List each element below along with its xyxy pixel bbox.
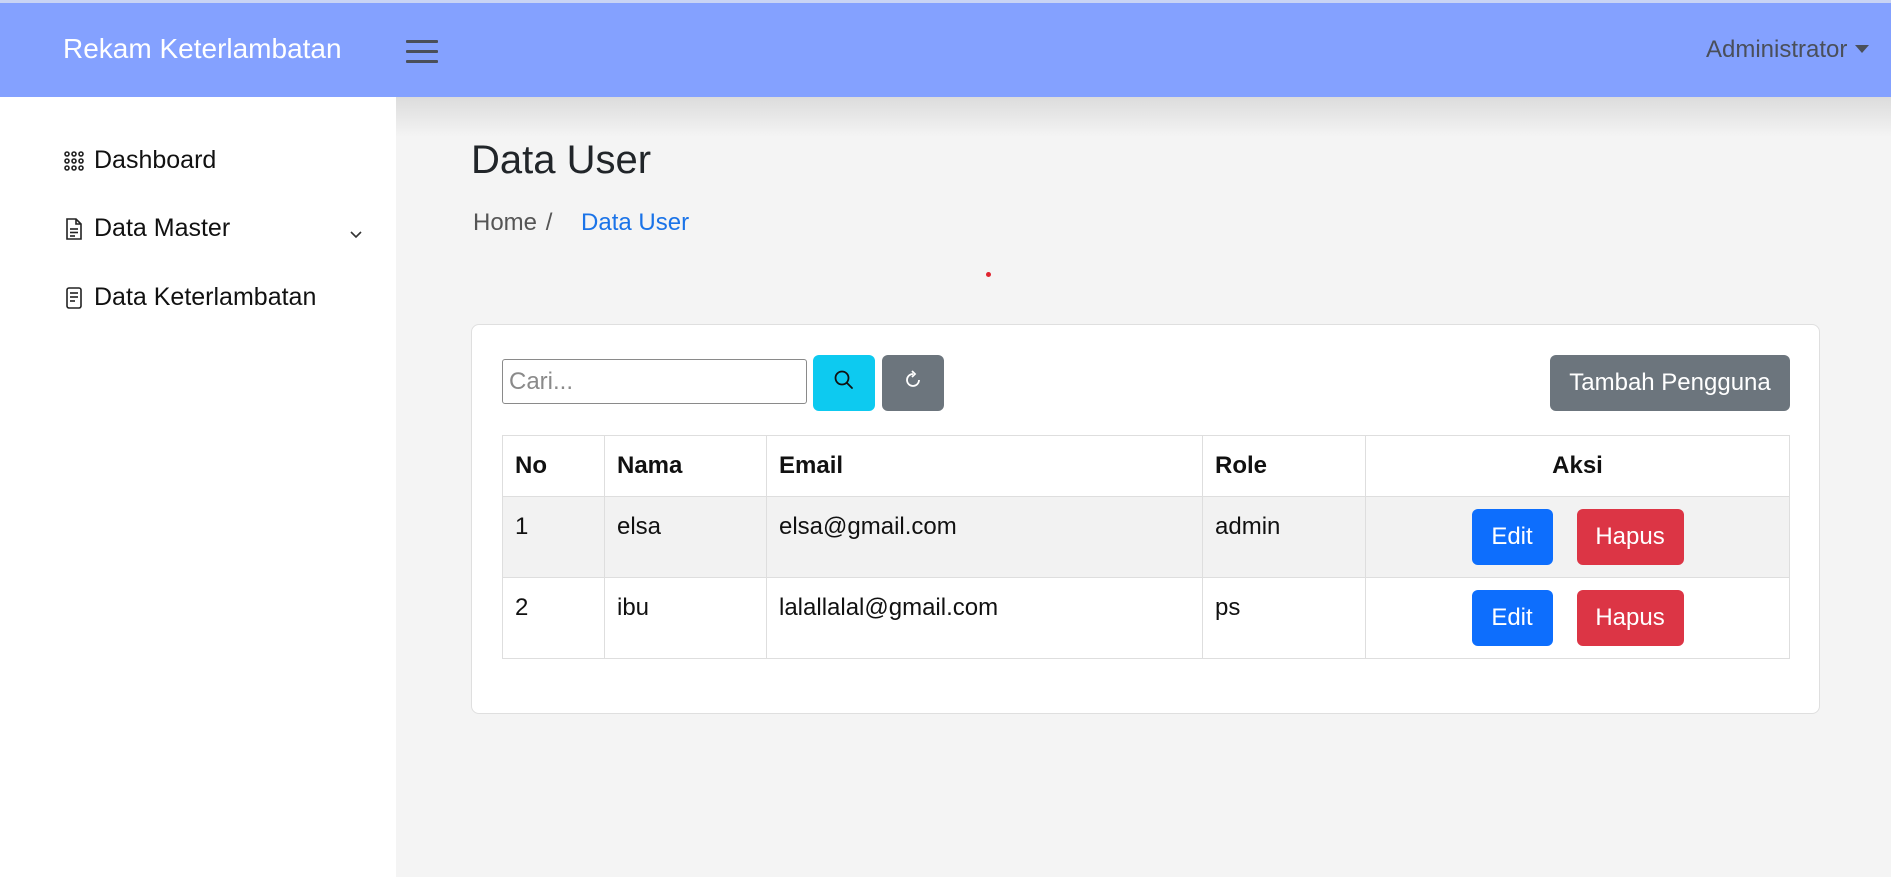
column-header-no: No <box>502 435 605 497</box>
search-button[interactable] <box>813 355 875 411</box>
sidebar-item-label: Dashboard <box>94 146 217 174</box>
file-text-icon <box>63 217 85 241</box>
grid-dots-icon <box>63 149 85 173</box>
delete-button[interactable]: Hapus <box>1576 509 1684 565</box>
page-title: Data User <box>471 138 652 182</box>
refresh-icon <box>902 369 924 398</box>
breadcrumb: Home / Data User <box>473 209 689 237</box>
cell-email: elsa@gmail.com <box>766 496 1203 578</box>
user-table-card: Tambah Pengguna No Nama Email Role Aksi … <box>471 324 1820 714</box>
column-header-role: Role <box>1202 435 1366 497</box>
top-navbar: Rekam Keterlambatan Administrator <box>0 0 1891 97</box>
caret-down-icon <box>1855 44 1870 53</box>
hamburger-menu-icon[interactable] <box>406 40 438 64</box>
chevron-down-icon[interactable] <box>348 226 364 242</box>
document-icon <box>63 286 85 310</box>
cell-aksi: Edit Hapus <box>1365 496 1790 578</box>
column-header-aksi: Aksi <box>1365 435 1790 497</box>
table-row: 2 ibu lalallalal@gmail.com ps Edit Hapus <box>502 577 1790 659</box>
delete-button[interactable]: Hapus <box>1576 590 1684 646</box>
breadcrumb-home-link[interactable]: Home <box>473 209 537 236</box>
column-header-nama: Nama <box>604 435 767 497</box>
cell-email: lalallalal@gmail.com <box>766 577 1203 659</box>
sidebar-item-data-master[interactable]: Data Master <box>63 214 230 243</box>
refresh-button[interactable] <box>882 355 944 411</box>
sidebar-item-label: Data Keterlambatan <box>94 283 317 311</box>
breadcrumb-current: Data User <box>581 209 690 236</box>
table-header-row: No Nama Email Role Aksi <box>502 435 1790 497</box>
table-row: 1 elsa elsa@gmail.com admin Edit Hapus <box>502 496 1790 578</box>
cell-nama: ibu <box>604 577 767 659</box>
cell-role: ps <box>1202 577 1366 659</box>
user-table: No Nama Email Role Aksi 1 elsa elsa@gmai… <box>502 435 1790 659</box>
brand-title[interactable]: Rekam Keterlambatan <box>63 33 342 65</box>
header-shadow <box>396 97 1891 137</box>
breadcrumb-separator: / <box>545 209 553 236</box>
cell-nama: elsa <box>604 496 767 578</box>
user-menu-dropdown[interactable]: Administrator <box>1706 36 1891 70</box>
sidebar-item-label: Data Master <box>94 214 231 242</box>
column-header-email: Email <box>766 435 1203 497</box>
sidebar-item-data-keterlambatan[interactable]: Data Keterlambatan <box>63 283 316 312</box>
edit-button[interactable]: Edit <box>1471 590 1553 646</box>
add-user-button[interactable]: Tambah Pengguna <box>1550 355 1790 411</box>
cell-aksi: Edit Hapus <box>1365 577 1790 659</box>
cell-no: 2 <box>502 577 605 659</box>
user-name: Administrator <box>1706 36 1848 63</box>
edit-button[interactable]: Edit <box>1471 509 1553 565</box>
red-dot-marker <box>986 272 991 277</box>
cell-role: admin <box>1202 496 1366 578</box>
search-input[interactable] <box>502 359 807 404</box>
search-icon <box>833 369 855 398</box>
sidebar-item-dashboard[interactable]: Dashboard <box>63 146 216 175</box>
cell-no: 1 <box>502 496 605 578</box>
